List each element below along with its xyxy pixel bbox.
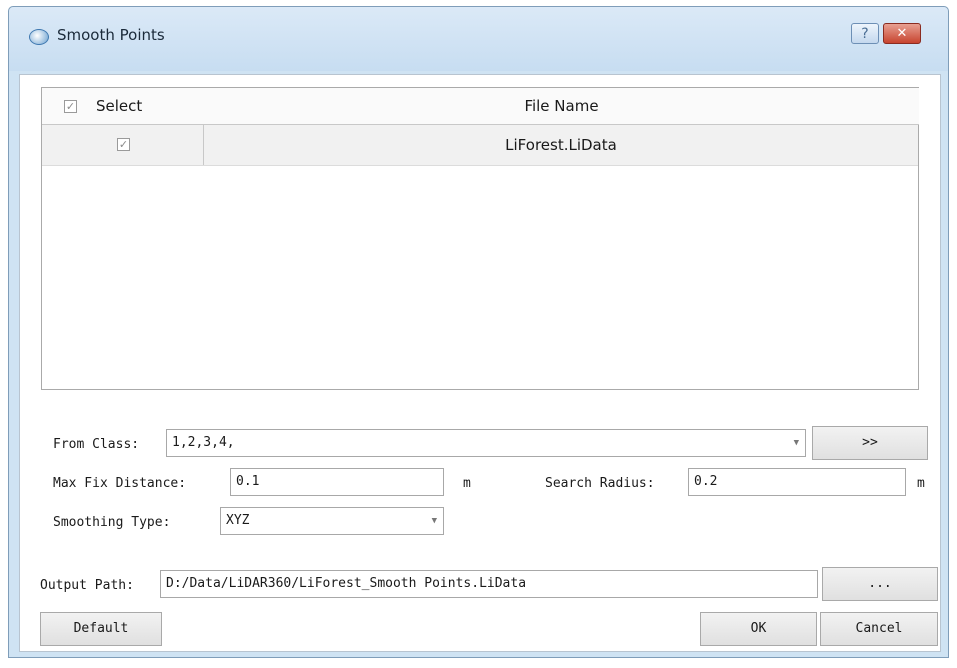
column-header-file-name[interactable]: File Name [204, 88, 919, 125]
file-table: ✓ Select File Name ✓ LiForest.LiData [41, 87, 919, 390]
default-button[interactable]: Default [40, 612, 162, 646]
search-radius-unit: m [917, 476, 925, 491]
search-radius-label: Search Radius: [545, 476, 655, 491]
smoothing-type-label: Smoothing Type: [53, 515, 171, 530]
smooth-points-dialog: Smooth Points ? ✕ ✓ Select File Name ✓ L… [8, 6, 949, 658]
select-header-label: Select [96, 97, 143, 115]
max-fix-distance-input[interactable]: 0.1 [230, 468, 444, 496]
select-all-checkbox[interactable]: ✓ [64, 100, 77, 113]
search-radius-input[interactable]: 0.2 [688, 468, 906, 496]
window-title: Smooth Points [57, 26, 165, 44]
browse-button[interactable]: ... [822, 567, 938, 601]
help-button[interactable]: ? [851, 23, 879, 44]
table-row[interactable]: ✓ LiForest.LiData [42, 125, 918, 166]
from-class-value: 1,2,3,4, [172, 435, 235, 450]
file-name-cell: LiForest.LiData [505, 136, 617, 154]
dialog-body: ✓ Select File Name ✓ LiForest.LiData Fro… [19, 74, 941, 652]
title-bar[interactable]: Smooth Points ? ✕ [9, 7, 948, 71]
from-class-label: From Class: [53, 437, 140, 452]
output-path-label: Output Path: [40, 578, 134, 593]
close-button[interactable]: ✕ [883, 23, 921, 44]
ok-button[interactable]: OK [700, 612, 817, 646]
cancel-button[interactable]: Cancel [820, 612, 938, 646]
from-class-combobox[interactable]: 1,2,3,4, ▼ [166, 429, 806, 457]
column-header-select[interactable]: ✓ Select [42, 88, 205, 125]
class-select-button[interactable]: >> [812, 426, 928, 460]
chevron-down-icon[interactable]: ▼ [432, 508, 437, 534]
row-select-cell: ✓ [42, 125, 204, 165]
app-logo-icon [29, 29, 49, 45]
smoothing-type-value: XYZ [226, 513, 250, 528]
smoothing-type-select[interactable]: XYZ ▼ [220, 507, 444, 535]
row-checkbox[interactable]: ✓ [117, 138, 130, 151]
output-path-input[interactable]: D:/Data/LiDAR360/LiForest_Smooth Points.… [160, 570, 818, 598]
max-fix-distance-label: Max Fix Distance: [53, 476, 187, 491]
chevron-down-icon[interactable]: ▼ [794, 430, 799, 456]
max-fix-distance-unit: m [463, 476, 471, 491]
